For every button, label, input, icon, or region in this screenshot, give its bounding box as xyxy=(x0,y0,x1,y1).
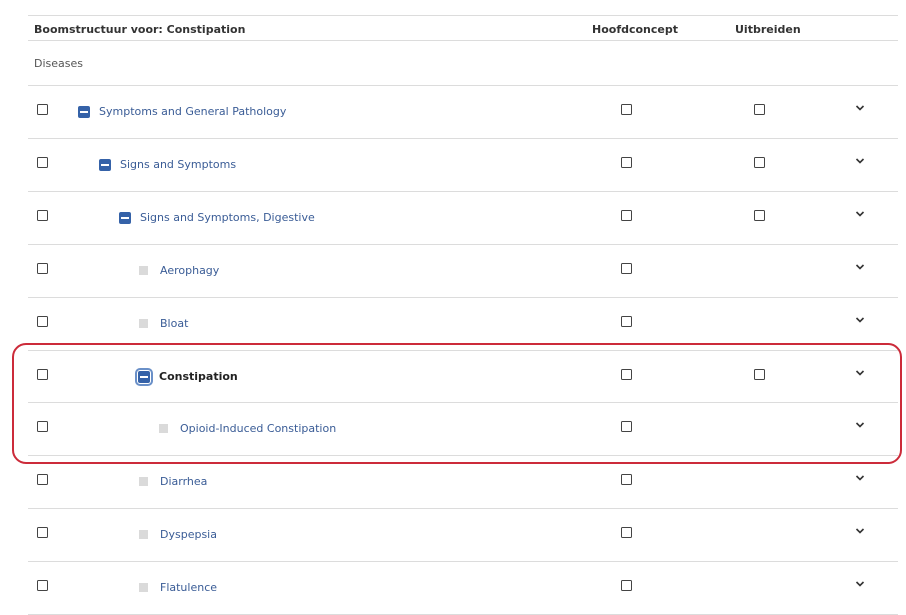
tree-node: Opioid-Induced Constipation xyxy=(158,422,336,435)
column-header-main-concept: Hoofdconcept xyxy=(592,23,679,36)
leaf-node-icon xyxy=(139,266,148,275)
tree-node-link[interactable]: Symptoms and General Pathology xyxy=(99,105,286,118)
tree-node-current: Constipation xyxy=(159,370,238,383)
page: Boomstructuur voor: Constipation Hoofdco… xyxy=(0,0,906,615)
expand-checkbox[interactable] xyxy=(754,369,765,380)
main-concept-checkbox[interactable] xyxy=(621,104,632,115)
collapse-toggle-icon[interactable] xyxy=(99,158,111,171)
chevron-down-icon[interactable] xyxy=(855,103,865,113)
tree-node: Flatulence xyxy=(138,581,217,594)
collapse-toggle-icon[interactable] xyxy=(135,367,153,386)
select-checkbox[interactable] xyxy=(37,369,48,380)
tree-node: Dyspepsia xyxy=(138,528,217,541)
tree-node-link[interactable]: Flatulence xyxy=(160,581,217,594)
chevron-down-icon[interactable] xyxy=(855,420,865,430)
leaf-node-icon xyxy=(139,319,148,328)
select-checkbox[interactable] xyxy=(37,474,48,485)
tree-node: Symptoms and General Pathology xyxy=(78,105,286,118)
tree-node: Constipation xyxy=(135,367,238,386)
main-concept-checkbox[interactable] xyxy=(621,527,632,538)
main-concept-checkbox[interactable] xyxy=(621,316,632,327)
tree-title: Boomstructuur voor: Constipation xyxy=(34,23,246,36)
tree-node: Diarrhea xyxy=(138,475,207,488)
main-concept-checkbox[interactable] xyxy=(621,210,632,221)
tree-node: Bloat xyxy=(138,317,188,330)
tree-node-link[interactable]: Bloat xyxy=(160,317,188,330)
chevron-down-icon[interactable] xyxy=(855,368,865,378)
expand-checkbox[interactable] xyxy=(754,157,765,168)
chevron-down-icon[interactable] xyxy=(855,526,865,536)
collapse-toggle-icon[interactable] xyxy=(119,211,131,224)
tree-row: Aerophagy xyxy=(28,245,898,298)
column-header-expand: Uitbreiden xyxy=(735,23,801,36)
main-concept-checkbox[interactable] xyxy=(621,580,632,591)
leaf-node-icon xyxy=(159,424,168,433)
tree-node: Signs and Symptoms, Digestive xyxy=(119,211,315,224)
expand-checkbox[interactable] xyxy=(754,104,765,115)
leaf-node-icon xyxy=(139,477,148,486)
tree-row: Opioid-Induced Constipation xyxy=(28,403,898,456)
tree-node-link[interactable]: Signs and Symptoms xyxy=(120,158,236,171)
collapse-toggle-icon[interactable] xyxy=(78,105,90,118)
chevron-down-icon[interactable] xyxy=(855,262,865,272)
main-concept-checkbox[interactable] xyxy=(621,263,632,274)
main-concept-checkbox[interactable] xyxy=(621,157,632,168)
main-concept-checkbox[interactable] xyxy=(621,421,632,432)
tree-header: Boomstructuur voor: Constipation Hoofdco… xyxy=(28,16,898,41)
tree-root-label: Diseases xyxy=(34,57,83,70)
tree-node: Signs and Symptoms xyxy=(99,158,236,171)
select-checkbox[interactable] xyxy=(37,210,48,221)
tree-node-link[interactable]: Dyspepsia xyxy=(160,528,217,541)
select-checkbox[interactable] xyxy=(37,104,48,115)
select-checkbox[interactable] xyxy=(37,316,48,327)
select-checkbox[interactable] xyxy=(37,527,48,538)
main-concept-checkbox[interactable] xyxy=(621,369,632,380)
tree-row: Bloat xyxy=(28,298,898,351)
select-checkbox[interactable] xyxy=(37,421,48,432)
tree-node-link[interactable]: Aerophagy xyxy=(160,264,219,277)
leaf-node-icon xyxy=(139,530,148,539)
tree-node-link[interactable]: Opioid-Induced Constipation xyxy=(180,422,336,435)
select-checkbox[interactable] xyxy=(37,580,48,591)
tree-row: Flatulence xyxy=(28,562,898,615)
tree-row-selected: Constipation xyxy=(28,351,898,403)
leaf-node-icon xyxy=(139,583,148,592)
select-checkbox[interactable] xyxy=(37,263,48,274)
chevron-down-icon[interactable] xyxy=(855,156,865,166)
tree-node: Aerophagy xyxy=(138,264,219,277)
chevron-down-icon[interactable] xyxy=(855,579,865,589)
tree-node-link[interactable]: Diarrhea xyxy=(160,475,207,488)
main-concept-checkbox[interactable] xyxy=(621,474,632,485)
tree-root-row: Diseases xyxy=(28,41,898,86)
chevron-down-icon[interactable] xyxy=(855,209,865,219)
tree-table: Boomstructuur voor: Constipation Hoofdco… xyxy=(28,15,898,615)
tree-row: Dyspepsia xyxy=(28,509,898,562)
select-checkbox[interactable] xyxy=(37,157,48,168)
expand-checkbox[interactable] xyxy=(754,210,765,221)
tree-node-link[interactable]: Signs and Symptoms, Digestive xyxy=(140,211,315,224)
tree-row: Signs and Symptoms xyxy=(28,139,898,192)
chevron-down-icon[interactable] xyxy=(855,315,865,325)
chevron-down-icon[interactable] xyxy=(855,473,865,483)
tree-row: Symptoms and General Pathology xyxy=(28,86,898,139)
tree-row: Signs and Symptoms, Digestive xyxy=(28,192,898,245)
tree-row: Diarrhea xyxy=(28,456,898,509)
